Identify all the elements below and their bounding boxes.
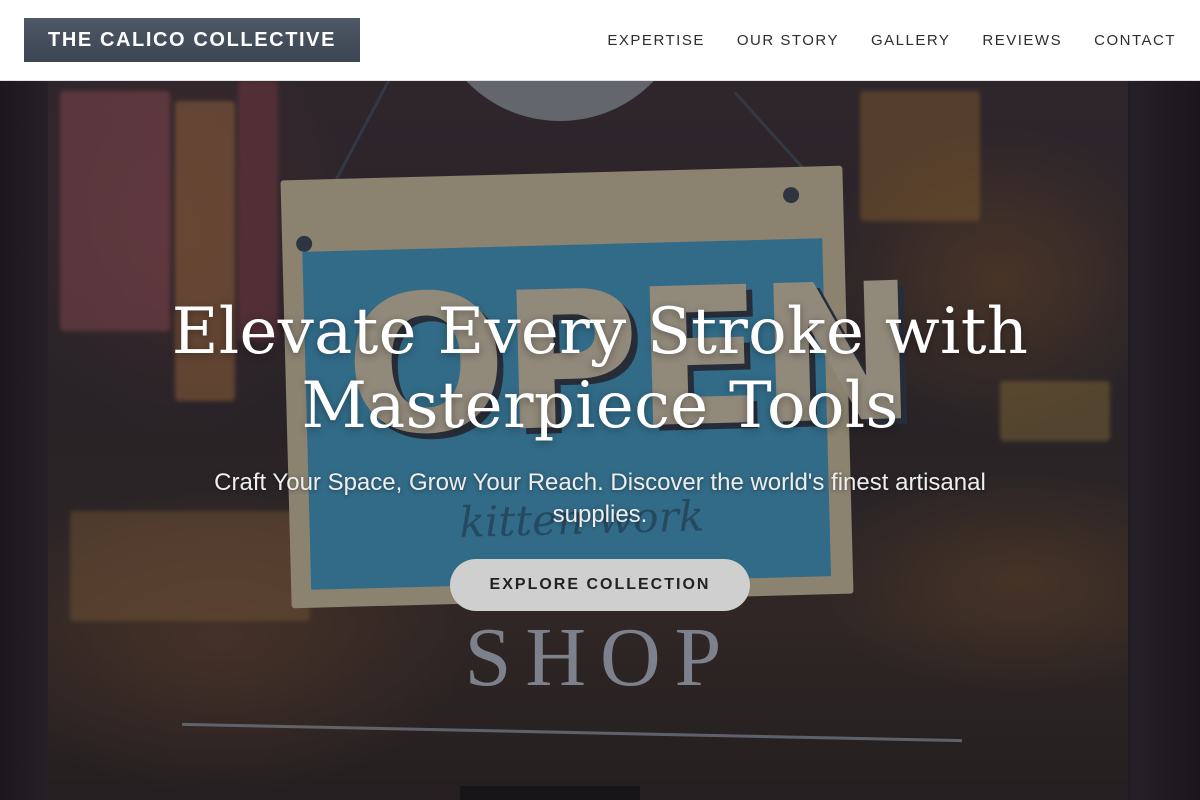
- hero-title: Elevate Every Stroke with Masterpiece To…: [0, 295, 1200, 443]
- nav-link-reviews[interactable]: REVIEWS: [982, 32, 1062, 49]
- explore-collection-button[interactable]: EXPLORE COLLECTION: [449, 559, 751, 611]
- nav-link-contact[interactable]: CONTACT: [1094, 32, 1176, 49]
- brand-logo[interactable]: THE CALICO COLLECTIVE: [24, 18, 361, 62]
- nav-link-expertise[interactable]: EXPERTISE: [607, 32, 704, 49]
- hero-content: Elevate Every Stroke with Masterpiece To…: [0, 295, 1200, 611]
- nav-link-gallery[interactable]: GALLERY: [871, 32, 950, 49]
- hero-title-line-2: Masterpiece Tools: [301, 369, 899, 443]
- site-header: THE CALICO COLLECTIVE EXPERTISE OUR STOR…: [0, 0, 1200, 81]
- main-nav: EXPERTISE OUR STORY GALLERY REVIEWS CONT…: [607, 32, 1176, 49]
- nav-link-our-story[interactable]: OUR STORY: [737, 32, 839, 49]
- hero-section: OPEN kitten work SHOP Elevate Every Stro…: [0, 81, 1200, 800]
- hero-title-line-1: Elevate Every Stroke with: [171, 295, 1029, 369]
- hero-subtitle: Craft Your Space, Grow Your Reach. Disco…: [214, 469, 986, 528]
